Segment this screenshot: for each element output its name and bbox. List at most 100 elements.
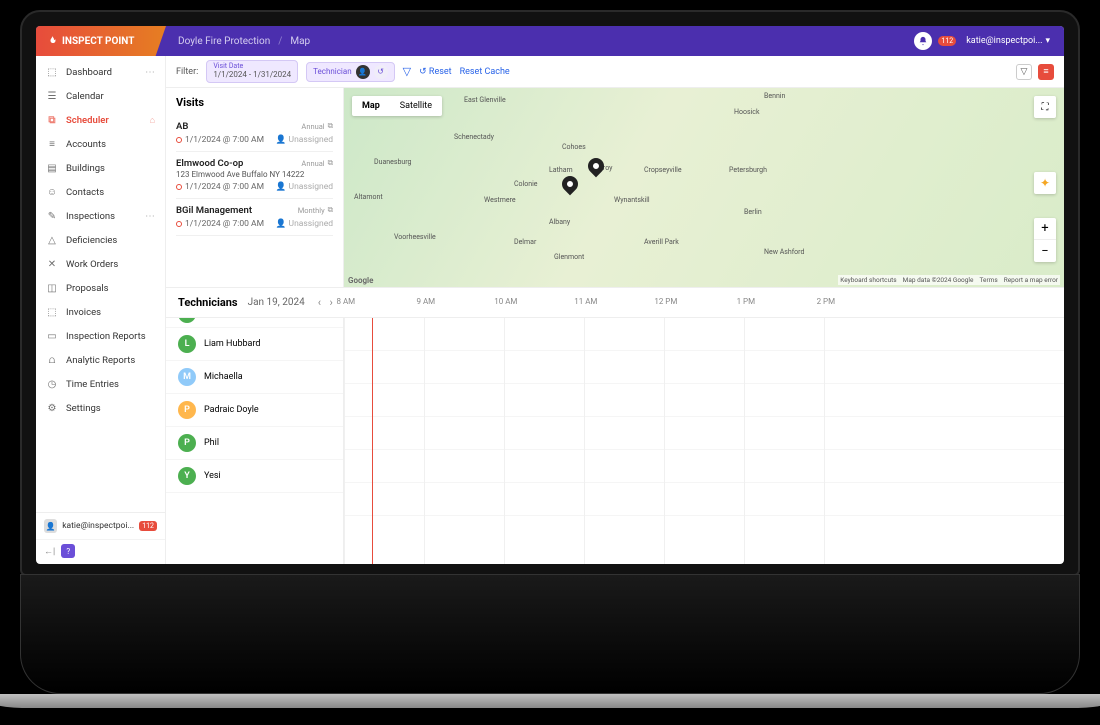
technician-row[interactable]: PPadraic Doyle: [166, 394, 343, 427]
nav-label: Work Orders: [66, 259, 118, 270]
collapse-icon[interactable]: ←|: [44, 546, 55, 557]
flame-icon: [46, 35, 58, 47]
map-city-label: Averill Park: [644, 238, 679, 246]
tech-name: Michaella: [204, 372, 243, 382]
map-city-label: Latham: [549, 166, 573, 174]
filter-settings-icon[interactable]: ▽: [1016, 64, 1032, 80]
next-day-button[interactable]: ›: [327, 296, 336, 309]
sidebar-item-inspection-reports[interactable]: ▭Inspection Reports: [36, 324, 165, 348]
sidebar-item-scheduler[interactable]: ⧉Scheduler⌂: [36, 108, 165, 132]
tech-avatar: [178, 318, 196, 323]
fullscreen-icon[interactable]: ⛶: [1034, 96, 1056, 118]
reset-cache-link[interactable]: Reset Cache: [460, 67, 510, 77]
tech-avatar: Y: [178, 467, 196, 485]
timeline-grid[interactable]: [344, 318, 1064, 564]
technician-row[interactable]: L Liam Hubbard: [166, 328, 343, 361]
tech-name: Yesi: [204, 471, 221, 481]
tech-avatar: L: [178, 335, 196, 353]
copy-icon[interactable]: ⧉: [328, 121, 333, 131]
pegman-icon[interactable]: ✦: [1034, 172, 1056, 194]
filter-label: Filter:: [176, 67, 198, 77]
visit-date-filter[interactable]: Visit Date 1/1/2024 - 1/31/2024: [206, 60, 298, 82]
sidebar-item-analytic-reports[interactable]: ⩍Analytic Reports: [36, 348, 165, 372]
map-attr-link[interactable]: Terms: [979, 276, 997, 284]
map[interactable]: Map Satellite ⛶ ✦ + − East GlenvilleBenn…: [344, 88, 1064, 287]
sidebar-item-work-orders[interactable]: ✕Work Orders: [36, 252, 165, 276]
visit-item[interactable]: BGil ManagementMonthly ⧉1/1/2024 @ 7:00 …: [176, 199, 333, 236]
sidebar-item-settings[interactable]: ⚙Settings: [36, 396, 165, 420]
sidebar-user-email: katie@inspectpoi...: [62, 521, 134, 531]
sidebar-item-inspections[interactable]: ✎Inspections⋯: [36, 204, 165, 228]
map-attr-link[interactable]: Map data ©2024 Google: [903, 276, 974, 284]
visit-item[interactable]: ABAnnual ⧉1/1/2024 @ 7:00 AM👤 Unassigned: [176, 115, 333, 152]
sidebar-item-invoices[interactable]: ⬚Invoices: [36, 300, 165, 324]
tech-name: Liam Hubbard: [204, 339, 260, 349]
help-icon[interactable]: ?: [61, 544, 75, 558]
map-city-label: New Ashford: [764, 248, 804, 256]
nav-label: Buildings: [66, 163, 105, 174]
side-icon: ⌂: [150, 115, 155, 126]
status-dot: [176, 221, 182, 227]
user-email-text: katie@inspectpoi...: [966, 36, 1042, 46]
nav-icon: ⩍: [46, 354, 58, 366]
more-icon[interactable]: ⋯: [145, 211, 155, 222]
more-icon[interactable]: ⋯: [145, 67, 155, 78]
timeline-date: Jan 19, 2024: [248, 297, 305, 308]
reset-link[interactable]: ↺ Reset: [419, 67, 451, 77]
visit-time: 1/1/2024 @ 7:00 AM: [176, 219, 264, 229]
visit-item[interactable]: Elmwood Co-opAnnual ⧉123 Elmwood Ave Buf…: [176, 152, 333, 199]
map-city-label: Wynantskill: [614, 196, 650, 204]
hour-label: 12 PM: [654, 297, 677, 306]
sidebar-item-contacts[interactable]: ☺Contacts: [36, 180, 165, 204]
notifications-bell[interactable]: [914, 32, 932, 50]
hour-label: 9 AM: [416, 297, 435, 306]
technician-row[interactable]: PPhil: [166, 427, 343, 460]
sidebar-item-dashboard[interactable]: ⬚Dashboard⋯: [36, 60, 165, 84]
technician-list: L Liam Hubbard M Michaella PPadraic DoylePPh…: [166, 318, 344, 564]
breadcrumb-org[interactable]: Doyle Fire Protection: [178, 36, 270, 47]
sidebar-item-deficiencies[interactable]: △Deficiencies: [36, 228, 165, 252]
technician-row[interactable]: Y Yesi: [166, 460, 343, 493]
hour-label: 11 AM: [574, 297, 597, 306]
visits-panel: Visits ABAnnual ⧉1/1/2024 @ 7:00 AM👤 Una…: [166, 88, 344, 287]
zoom-in-button[interactable]: +: [1034, 218, 1056, 240]
person-icon: 👤: [356, 65, 370, 79]
sidebar-item-buildings[interactable]: ▤Buildings: [36, 156, 165, 180]
zoom-control: + −: [1034, 218, 1056, 262]
tech-avatar: M: [178, 368, 196, 386]
copy-icon[interactable]: ⧉: [328, 158, 333, 168]
tech-avatar: P: [178, 434, 196, 452]
map-city-label: Altamont: [354, 193, 383, 201]
undo-icon[interactable]: ↺: [374, 65, 388, 79]
sidebar-item-accounts[interactable]: ≡Accounts: [36, 132, 165, 156]
visit-assignee: 👤 Unassigned: [276, 219, 333, 229]
brand-logo[interactable]: INSPECT POINT: [36, 26, 166, 56]
nav-label: Proposals: [66, 283, 109, 294]
nav-label: Accounts: [66, 139, 106, 150]
map-pin[interactable]: [585, 155, 608, 178]
nav-label: Inspections: [66, 211, 115, 222]
sidebar-user[interactable]: 👤 katie@inspectpoi... 112: [36, 512, 165, 539]
prev-day-button[interactable]: ‹: [315, 296, 324, 309]
sidebar-item-proposals[interactable]: ◫Proposals: [36, 276, 165, 300]
sidebar-item-time-entries[interactable]: ◷Time Entries: [36, 372, 165, 396]
map-pin[interactable]: [559, 173, 582, 196]
breadcrumb-page[interactable]: Map: [290, 36, 310, 47]
map-tab[interactable]: Map: [352, 96, 390, 116]
zoom-out-button[interactable]: −: [1034, 240, 1056, 262]
hour-label: 8 AM: [336, 297, 355, 306]
sidebar-item-calendar[interactable]: ☰Calendar: [36, 84, 165, 108]
technician-row[interactable]: M Michaella: [166, 361, 343, 394]
map-city-label: Delmar: [514, 238, 536, 246]
technician-filter[interactable]: Technician 👤 ↺: [306, 62, 395, 82]
visit-frequency: Monthly ⧉: [298, 205, 333, 215]
view-toggle-icon[interactable]: ≡: [1038, 64, 1054, 80]
copy-icon[interactable]: ⧉: [328, 205, 333, 215]
user-menu[interactable]: katie@inspectpoi... ▾: [966, 36, 1050, 46]
nav-label: Contacts: [66, 187, 104, 198]
satellite-tab[interactable]: Satellite: [390, 96, 442, 116]
map-attr-link[interactable]: Keyboard shortcuts: [840, 276, 896, 284]
nav-label: Deficiencies: [66, 235, 117, 246]
map-attr-link[interactable]: Report a map error: [1004, 276, 1058, 284]
filter-funnel-icon[interactable]: ▽: [403, 65, 411, 78]
